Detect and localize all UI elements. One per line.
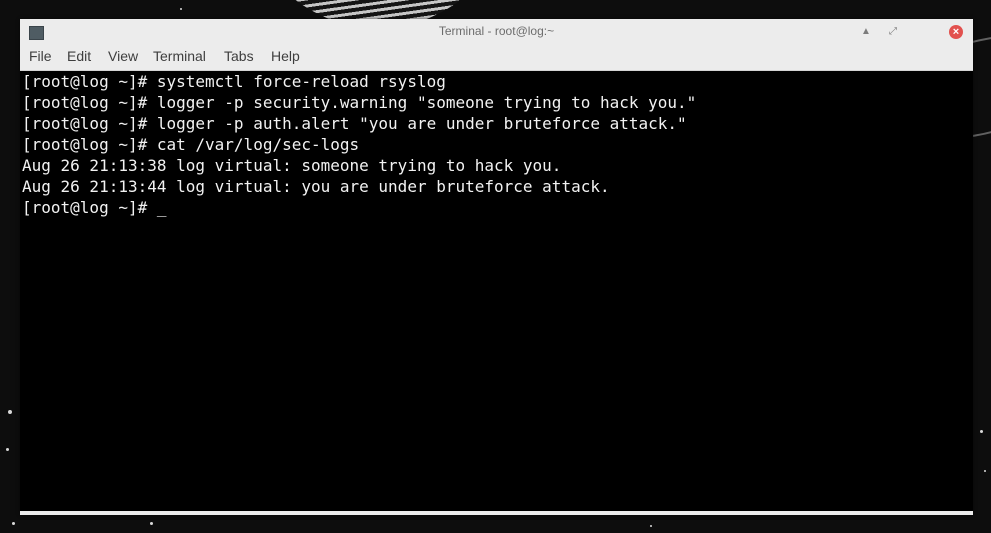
menu-edit[interactable]: Edit xyxy=(67,48,91,64)
menu-tabs[interactable]: Tabs xyxy=(224,48,254,64)
terminal-line: [root@log ~]# logger -p security.warning… xyxy=(22,93,697,112)
window-bottom-border xyxy=(20,511,973,515)
wallpaper-star xyxy=(980,430,983,433)
wallpaper-star xyxy=(650,525,652,527)
terminal-line: Aug 26 21:13:44 log virtual: you are und… xyxy=(22,177,610,196)
maximize-icon[interactable]: ⤢ xyxy=(886,25,900,39)
terminal-line: Aug 26 21:13:38 log virtual: someone try… xyxy=(22,156,562,175)
wallpaper-star xyxy=(12,522,15,525)
window-title: Terminal - root@log:~ xyxy=(438,24,555,38)
terminal-line: [root@log ~]# systemctl force-reload rsy… xyxy=(22,72,446,91)
terminal-line: [root@log ~]# cat /var/log/sec-logs xyxy=(22,135,360,154)
terminal-output[interactable]: [root@log ~]# systemctl force-reload rsy… xyxy=(20,71,973,511)
terminal-prompt: [root@log ~]# xyxy=(22,198,157,217)
wallpaper-star xyxy=(8,410,12,414)
window-titlebar[interactable]: Terminal - root@log:~ ▲ ⤢ × xyxy=(20,19,973,44)
menu-view[interactable]: View xyxy=(108,48,138,64)
terminal-window[interactable]: Terminal - root@log:~ ▲ ⤢ × File Edit Vi… xyxy=(20,19,973,515)
terminal-cursor: _ xyxy=(156,198,167,217)
wallpaper-star xyxy=(150,522,153,525)
close-icon[interactable]: × xyxy=(949,25,963,39)
minimize-icon[interactable]: ▲ xyxy=(859,25,873,39)
wallpaper-star xyxy=(180,8,182,10)
wallpaper-star xyxy=(984,470,986,472)
menu-help[interactable]: Help xyxy=(271,48,300,64)
terminal-prompt-line[interactable]: [root@log ~]# _ xyxy=(22,197,167,218)
terminal-line: [root@log ~]# logger -p auth.alert "you … xyxy=(22,114,687,133)
menu-terminal[interactable]: Terminal xyxy=(153,48,206,64)
menu-bar: File Edit View Terminal Tabs Help xyxy=(20,44,973,71)
wallpaper-star xyxy=(6,448,9,451)
menu-file[interactable]: File xyxy=(29,48,52,64)
